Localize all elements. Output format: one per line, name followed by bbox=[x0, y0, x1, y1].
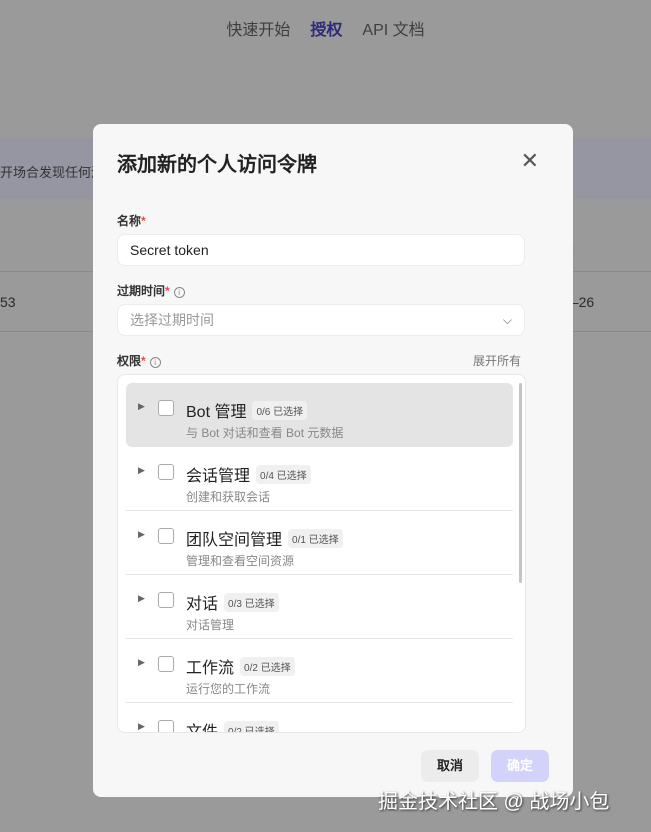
permission-title: 团队空间管理 0/1 已选择 bbox=[186, 526, 343, 550]
perm-label: 权限* i bbox=[117, 352, 161, 369]
expand-triangle-icon[interactable]: ▶ bbox=[138, 529, 145, 540]
checkbox[interactable] bbox=[158, 400, 174, 416]
chevron-down-icon: ⌵ bbox=[502, 313, 512, 327]
nav-auth[interactable]: 授权 bbox=[310, 16, 342, 40]
selected-count-badge: 0/6 已选择 bbox=[252, 400, 308, 420]
permission-name: 文件 bbox=[186, 724, 219, 733]
permission-desc: 对话管理 bbox=[186, 618, 235, 632]
permission-item[interactable]: ▶ 对话 0/3 已选择对话管理 bbox=[126, 575, 513, 639]
permission-name: 对话 bbox=[186, 596, 219, 613]
permission-list: ▶ Bot 管理 0/6 已选择与 Bot 对话和查看 Bot 元数据 ▶ 会话管理 0/… bbox=[117, 374, 526, 733]
nav-api-docs[interactable]: API 文档 bbox=[362, 16, 424, 40]
permission-item[interactable]: ▶ 工作流 0/2 已选择运行您的工作流 bbox=[126, 639, 513, 703]
selected-count-badge: 0/2 已选择 bbox=[224, 720, 279, 732]
expand-triangle-icon[interactable]: ▶ bbox=[138, 401, 145, 412]
checkbox[interactable] bbox=[158, 528, 174, 544]
permission-title: 文件 0/2 已选择 bbox=[186, 718, 279, 733]
checkbox[interactable] bbox=[158, 720, 174, 732]
selected-count-badge: 0/3 已选择 bbox=[224, 592, 279, 612]
permission-name: 会话管理 bbox=[186, 468, 251, 485]
permission-desc: 创建和获取会话 bbox=[186, 490, 271, 504]
info-icon: i bbox=[149, 357, 161, 368]
dialog-title: 添加新的个人访问令牌 bbox=[117, 154, 317, 176]
top-nav: 快速开始 授权 API 文档 bbox=[0, 16, 651, 40]
close-icon[interactable]: ✕ bbox=[521, 148, 539, 174]
banner-text: 开场合发现任何泄 bbox=[0, 165, 105, 180]
permission-name: Bot 管理 bbox=[186, 404, 247, 421]
scrollbar[interactable] bbox=[519, 383, 522, 583]
permission-desc: 与 Bot 对话和查看 Bot 元数据 bbox=[186, 426, 344, 440]
permission-item[interactable]: ▶ 会话管理 0/4 已选择创建和获取会话 bbox=[126, 447, 513, 511]
permission-item[interactable]: ▶ 团队空间管理 0/1 已选择管理和查看空间资源 bbox=[126, 511, 513, 575]
permission-name: 团队空间管理 bbox=[186, 532, 283, 549]
nav-quickstart[interactable]: 快速开始 bbox=[226, 16, 290, 40]
permission-item[interactable]: ▶ Bot 管理 0/6 已选择与 Bot 对话和查看 Bot 元数据 bbox=[126, 383, 513, 447]
expand-triangle-icon[interactable]: ▶ bbox=[138, 593, 145, 604]
info-icon: i bbox=[173, 287, 185, 298]
checkbox[interactable] bbox=[158, 656, 174, 672]
add-token-dialog: 添加新的个人访问令牌 ✕ 名称* Secret token 过期时间* i 选择过… bbox=[93, 124, 573, 797]
permission-title: 会话管理 0/4 已选择 bbox=[186, 462, 311, 486]
permission-title: 工作流 0/2 已选择 bbox=[186, 654, 295, 678]
expand-triangle-icon[interactable]: ▶ bbox=[138, 657, 145, 668]
name-value: Secret token bbox=[130, 242, 209, 258]
permission-title: Bot 管理 0/6 已选择 bbox=[186, 398, 308, 422]
confirm-button[interactable]: 确定 bbox=[491, 750, 549, 782]
cancel-button[interactable]: 取消 bbox=[421, 750, 479, 782]
selected-count-badge: 0/4 已选择 bbox=[256, 464, 311, 484]
permission-name: 工作流 bbox=[186, 660, 235, 677]
checkbox[interactable] bbox=[158, 592, 174, 608]
permission-title: 对话 0/3 已选择 bbox=[186, 590, 279, 614]
expand-triangle-icon[interactable]: ▶ bbox=[138, 721, 145, 732]
checkbox[interactable] bbox=[158, 464, 174, 480]
expire-label: 过期时间* i bbox=[117, 282, 185, 299]
watermark: 掘金技术社区 @ 战场小包 bbox=[378, 791, 610, 813]
expire-placeholder: 选择过期时间 bbox=[130, 312, 214, 328]
name-input[interactable]: Secret token bbox=[117, 234, 525, 266]
expand-triangle-icon[interactable]: ▶ bbox=[138, 465, 145, 476]
expire-select[interactable]: 选择过期时间 ⌵ bbox=[117, 304, 525, 336]
expand-all-link[interactable]: 展开所有 bbox=[473, 352, 521, 369]
permission-desc: 管理和查看空间资源 bbox=[186, 554, 295, 568]
selected-count-badge: 0/1 已选择 bbox=[288, 528, 343, 548]
name-label: 名称* bbox=[117, 214, 146, 228]
row-cell: 53 bbox=[0, 294, 16, 310]
permission-item[interactable]: ▶ 文件 0/2 已选择 bbox=[126, 703, 513, 733]
selected-count-badge: 0/2 已选择 bbox=[240, 656, 295, 676]
permission-desc: 运行您的工作流 bbox=[186, 682, 271, 696]
